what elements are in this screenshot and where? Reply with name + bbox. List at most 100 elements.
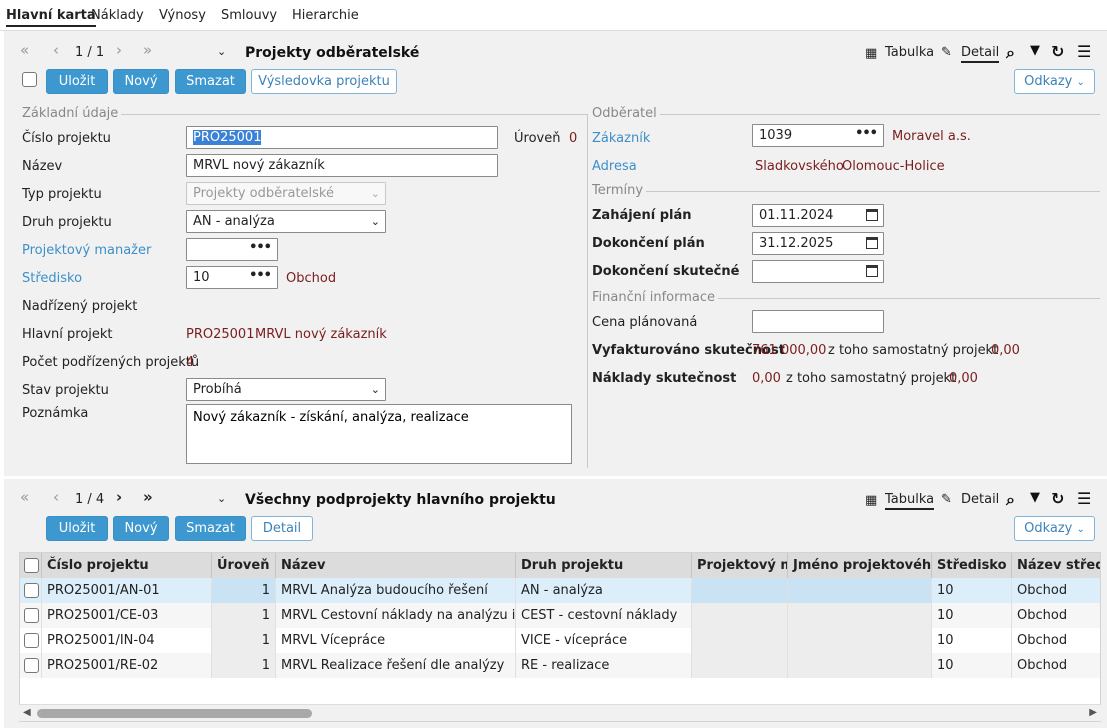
section-divider <box>592 114 1100 115</box>
menu-icon[interactable]: ☰ <box>1077 42 1091 61</box>
table-row[interactable]: PRO25001/CE-03 1 MRVL Cestovní náklady n… <box>20 603 1100 628</box>
calendar-icon[interactable] <box>866 209 878 221</box>
chevron-down-icon[interactable]: ⌄ <box>217 492 226 505</box>
level-label: Úroveň <box>514 131 561 146</box>
column-header[interactable]: Jméno projektového manažera <box>788 553 932 578</box>
links-dropdown-button[interactable]: Odkazy ⌄ <box>1014 516 1095 541</box>
chevron-down-icon[interactable]: ⌄ <box>217 45 226 58</box>
column-header[interactable]: Název <box>276 553 516 578</box>
cell-project-number: PRO25001/CE-03 <box>42 603 212 628</box>
view-detail-link[interactable]: Detail <box>961 45 1000 63</box>
scroll-left-icon[interactable]: ◀ <box>23 707 31 718</box>
edit-icon[interactable]: ✎ <box>941 492 952 507</box>
name-field[interactable]: MRVL nový zákazník <box>186 154 498 177</box>
next-record-icon[interactable]: › <box>116 41 122 59</box>
cell-project-number: PRO25001/AN-01 <box>42 578 212 603</box>
first-record-icon[interactable]: « <box>20 488 29 506</box>
new-button[interactable]: Nový <box>113 516 169 541</box>
center-field[interactable]: 10 ••• <box>186 266 278 289</box>
project-result-button[interactable]: Výsledovka projektu <box>251 69 397 94</box>
previous-record-icon[interactable]: ‹ <box>53 488 59 506</box>
customer-field[interactable]: 1039 ••• <box>752 124 884 147</box>
scrollbar-thumb[interactable] <box>37 709 312 718</box>
filter-icon[interactable]: ▼ <box>1030 490 1040 505</box>
filter-icon[interactable]: ▼ <box>1030 43 1040 58</box>
center-link[interactable]: Středisko <box>22 271 82 286</box>
section-divider <box>592 191 1100 192</box>
project-state-select[interactable]: Probíhá ⌄ <box>186 378 386 401</box>
section-basic-title: Základní údaje <box>22 106 122 121</box>
save-button[interactable]: Uložit <box>46 69 108 94</box>
tab-costs[interactable]: Náklady <box>91 8 144 23</box>
table-icon[interactable]: ▦ <box>865 493 877 508</box>
search-icon[interactable]: ⌕ <box>1006 43 1015 63</box>
tab-main-card[interactable]: Hlavní karta <box>6 8 96 27</box>
menu-icon[interactable]: ☰ <box>1077 489 1091 508</box>
calendar-icon[interactable] <box>866 237 878 249</box>
view-table-link[interactable]: Tabulka <box>885 45 934 60</box>
note-textarea[interactable]: Nový zákazník - získání, analýza, realiz… <box>186 404 572 464</box>
customer-link[interactable]: Zákazník <box>592 131 650 146</box>
last-record-icon[interactable]: » <box>143 41 152 59</box>
search-icon[interactable]: ⌕ <box>1006 490 1015 510</box>
last-record-icon[interactable]: » <box>143 488 153 506</box>
view-table-link[interactable]: Tabulka <box>885 492 935 510</box>
project-manager-field[interactable]: ••• <box>186 238 278 261</box>
end-plan-field[interactable]: 31.12.2025 <box>752 232 884 255</box>
table-row[interactable]: PRO25001/RE-02 1 MRVL Realizace řešení d… <box>20 653 1100 678</box>
cell-manager <box>692 603 788 628</box>
more-icon[interactable]: ••• <box>855 126 878 141</box>
table-icon[interactable]: ▦ <box>865 46 877 61</box>
address-link[interactable]: Adresa <box>592 159 637 174</box>
actual-end-field[interactable] <box>752 260 884 283</box>
start-plan-field[interactable]: 01.11.2024 <box>752 204 884 227</box>
delete-button[interactable]: Smazat <box>175 516 246 541</box>
column-header[interactable]: Číslo projektu <box>42 553 212 578</box>
tab-hierarchy[interactable]: Hierarchie <box>292 8 359 23</box>
project-manager-link[interactable]: Projektový manažer <box>22 243 151 258</box>
project-kind-select[interactable]: AN - analýza ⌄ <box>186 210 386 233</box>
tab-contracts[interactable]: Smlouvy <box>221 8 277 23</box>
detail-button[interactable]: Detail <box>251 516 313 541</box>
row-checkbox[interactable] <box>24 583 39 598</box>
refresh-icon[interactable]: ↻ <box>1051 42 1064 61</box>
view-detail-link[interactable]: Detail <box>961 492 999 507</box>
table-row[interactable]: PRO25001/IN-04 1 MRVL Vícepráce VICE - v… <box>20 628 1100 653</box>
horizontal-scrollbar[interactable]: ◀ ▶ <box>19 704 1101 721</box>
cell-name: MRVL Cestovní náklady na analýzu i r... <box>276 603 516 628</box>
section-terms-title: Termíny <box>592 183 647 198</box>
chevron-down-icon: ⌄ <box>370 383 380 396</box>
save-button[interactable]: Uložit <box>46 516 108 541</box>
scroll-right-icon[interactable]: ▶ <box>1089 707 1097 718</box>
cell-center: 10 <box>932 603 1012 628</box>
refresh-icon[interactable]: ↻ <box>1051 489 1064 508</box>
delete-button[interactable]: Smazat <box>175 69 246 94</box>
table-row[interactable]: PRO25001/AN-01 1 MRVL Analýza budoucího … <box>20 578 1100 603</box>
planned-price-field[interactable] <box>752 310 884 333</box>
cell-name: MRVL Realizace řešení dle analýzy <box>276 653 516 678</box>
column-header[interactable]: Úroveň <box>212 553 276 578</box>
select-record-checkbox[interactable] <box>22 72 37 87</box>
project-number-field[interactable]: PRO25001 <box>186 126 498 149</box>
row-checkbox[interactable] <box>24 633 39 648</box>
row-checkbox[interactable] <box>24 608 39 623</box>
next-record-icon[interactable]: › <box>116 488 122 506</box>
column-header[interactable]: Název střediska <box>1012 553 1100 578</box>
more-icon[interactable]: ••• <box>249 240 272 255</box>
tab-revenues[interactable]: Výnosy <box>159 8 206 23</box>
calendar-icon[interactable] <box>866 265 878 277</box>
project-state-value: Probíhá <box>193 382 242 397</box>
project-type-select: Projekty odběratelské ⌄ <box>186 182 386 205</box>
previous-record-icon[interactable]: ‹ <box>53 41 59 59</box>
select-all-checkbox[interactable] <box>24 558 39 573</box>
column-header[interactable]: Projektový manažer <box>692 553 788 578</box>
edit-icon[interactable]: ✎ <box>941 45 952 60</box>
first-record-icon[interactable]: « <box>20 41 29 59</box>
links-dropdown-button[interactable]: Odkazy ⌄ <box>1014 69 1095 94</box>
row-checkbox[interactable] <box>24 658 39 673</box>
invoiced-own-value: 0,00 <box>991 343 1020 358</box>
more-icon[interactable]: ••• <box>249 268 272 283</box>
column-header[interactable]: Středisko <box>932 553 1012 578</box>
column-header[interactable]: Druh projektu <box>516 553 692 578</box>
new-button[interactable]: Nový <box>113 69 169 94</box>
